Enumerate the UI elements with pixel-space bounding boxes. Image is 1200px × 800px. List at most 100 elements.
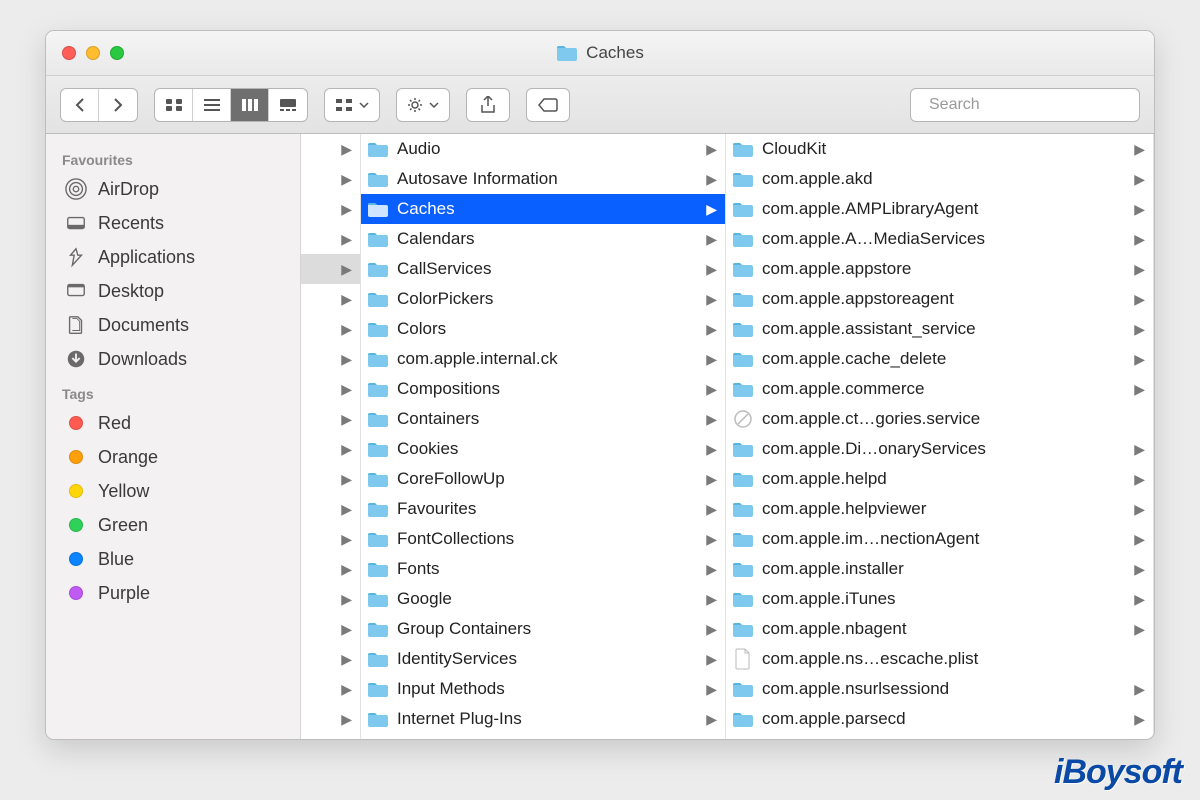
folder-row[interactable]: Input Methods▶ — [361, 674, 725, 704]
folder-row[interactable]: Caches▶ — [361, 194, 725, 224]
column-2[interactable]: CloudKit▶com.apple.akd▶com.apple.AMPLibr… — [726, 134, 1154, 739]
folder-icon — [732, 290, 754, 308]
tags-button[interactable] — [526, 88, 570, 122]
column-0-row[interactable]: ▶ — [301, 554, 360, 584]
column-0-row[interactable]: ▶ — [301, 644, 360, 674]
folder-row[interactable]: Autosave Information▶ — [361, 164, 725, 194]
column-0-row[interactable]: ▶ — [301, 224, 360, 254]
search-input[interactable] — [929, 96, 1136, 114]
folder-row[interactable]: Containers▶ — [361, 404, 725, 434]
column-0-row[interactable]: ▶ — [301, 254, 360, 284]
column-0-row[interactable]: ▶ — [301, 194, 360, 224]
column-0-row[interactable]: ▶ — [301, 344, 360, 374]
folder-row[interactable]: Calendars▶ — [361, 224, 725, 254]
sidebar-item-red[interactable]: Red — [56, 406, 290, 440]
view-column-button[interactable] — [231, 89, 269, 121]
folder-row[interactable]: com.apple.ct…gories.service — [726, 404, 1153, 434]
folder-row[interactable]: IdentityServices▶ — [361, 644, 725, 674]
folder-row[interactable]: ColorPickers▶ — [361, 284, 725, 314]
sidebar-item-purple[interactable]: Purple — [56, 576, 290, 610]
search-field[interactable] — [910, 88, 1140, 122]
view-list-button[interactable] — [193, 89, 231, 121]
folder-row[interactable]: com.apple.parsecd▶ — [726, 704, 1153, 734]
sidebar-item-airdrop[interactable]: AirDrop — [56, 172, 290, 206]
folder-row[interactable]: Compositions▶ — [361, 374, 725, 404]
finder-window: Caches — [45, 30, 1155, 740]
folder-row[interactable]: Audio▶ — [361, 134, 725, 164]
disclosure-arrow-icon: ▶ — [706, 501, 717, 518]
sidebar-item-downloads[interactable]: Downloads — [56, 342, 290, 376]
item-name: com.apple.nsurlsessiond — [762, 679, 949, 699]
close-window-button[interactable] — [62, 46, 76, 60]
column-0-row[interactable]: ▶ — [301, 614, 360, 644]
folder-row[interactable]: com.apple.installer▶ — [726, 554, 1153, 584]
column-0-row[interactable]: ▶ — [301, 284, 360, 314]
folder-row[interactable]: com.apple.nsurlsessiond▶ — [726, 674, 1153, 704]
sidebar-item-green[interactable]: Green — [56, 508, 290, 542]
sidebar-item-documents[interactable]: Documents — [56, 308, 290, 342]
folder-row[interactable]: CoreFollowUp▶ — [361, 464, 725, 494]
column-0-row[interactable]: ▶ — [301, 494, 360, 524]
back-button[interactable] — [61, 89, 99, 121]
folder-row[interactable]: com.apple.assistant_service▶ — [726, 314, 1153, 344]
column-0-row[interactable]: ▶ — [301, 404, 360, 434]
share-button[interactable] — [466, 88, 510, 122]
folder-row[interactable]: com.apple.internal.ck▶ — [361, 344, 725, 374]
sidebar-item-desktop[interactable]: Desktop — [56, 274, 290, 308]
folder-row[interactable]: com.apple.AMPLibraryAgent▶ — [726, 194, 1153, 224]
folder-row[interactable]: FontCollections▶ — [361, 524, 725, 554]
view-icon-button[interactable] — [155, 89, 193, 121]
folder-row[interactable]: CallServices▶ — [361, 254, 725, 284]
sidebar-item-recents[interactable]: Recents — [56, 206, 290, 240]
action-button[interactable] — [396, 88, 450, 122]
column-0-row[interactable]: ▶ — [301, 704, 360, 734]
folder-name: Autosave Information — [397, 169, 558, 189]
column-0-row[interactable]: ▶ — [301, 164, 360, 194]
disclosure-arrow-icon: ▶ — [706, 231, 717, 248]
folder-row[interactable]: com.apple.appstoreagent▶ — [726, 284, 1153, 314]
disclosure-arrow-icon: ▶ — [706, 651, 717, 668]
folder-row[interactable]: CloudKit▶ — [726, 134, 1153, 164]
folder-row[interactable]: Favourites▶ — [361, 494, 725, 524]
sidebar-item-applications[interactable]: Applications — [56, 240, 290, 274]
sidebar-item-blue[interactable]: Blue — [56, 542, 290, 576]
zoom-window-button[interactable] — [110, 46, 124, 60]
column-0-row[interactable]: ▶ — [301, 374, 360, 404]
sidebar-item-orange[interactable]: Orange — [56, 440, 290, 474]
view-gallery-button[interactable] — [269, 89, 307, 121]
minimize-window-button[interactable] — [86, 46, 100, 60]
file-row[interactable]: com.apple.ns…escache.plist — [726, 644, 1153, 674]
folder-row[interactable]: Internet Plug-Ins▶ — [361, 704, 725, 734]
folder-row[interactable]: com.apple.helpd▶ — [726, 464, 1153, 494]
folder-row[interactable]: com.apple.helpviewer▶ — [726, 494, 1153, 524]
folder-row[interactable]: Colors▶ — [361, 314, 725, 344]
column-0[interactable]: ▶▶▶▶▶▶▶▶▶▶▶▶▶▶▶▶▶▶▶▶ — [301, 134, 361, 739]
folder-row[interactable]: com.apple.im…nectionAgent▶ — [726, 524, 1153, 554]
column-0-row[interactable]: ▶ — [301, 524, 360, 554]
folder-row[interactable]: com.apple.akd▶ — [726, 164, 1153, 194]
folder-row[interactable]: com.apple.iTunes▶ — [726, 584, 1153, 614]
sidebar-section-header: Tags — [62, 386, 284, 402]
folder-row[interactable]: Fonts▶ — [361, 554, 725, 584]
folder-row[interactable]: com.apple.cache_delete▶ — [726, 344, 1153, 374]
column-0-row[interactable]: ▶ — [301, 314, 360, 344]
forward-button[interactable] — [99, 89, 137, 121]
folder-row[interactable]: Cookies▶ — [361, 434, 725, 464]
folder-row[interactable]: Group Containers▶ — [361, 614, 725, 644]
folder-row[interactable]: com.apple.Di…onaryServices▶ — [726, 434, 1153, 464]
column-0-row[interactable]: ▶ — [301, 584, 360, 614]
folder-name: CallServices — [397, 259, 491, 279]
folder-row[interactable]: com.apple.appstore▶ — [726, 254, 1153, 284]
folder-row[interactable]: com.apple.commerce▶ — [726, 374, 1153, 404]
sidebar-item-label: Orange — [98, 447, 158, 468]
column-0-row[interactable]: ▶ — [301, 674, 360, 704]
column-1[interactable]: Audio▶Autosave Information▶Caches▶Calend… — [361, 134, 726, 739]
folder-row[interactable]: com.apple.A…MediaServices▶ — [726, 224, 1153, 254]
folder-row[interactable]: com.apple.nbagent▶ — [726, 614, 1153, 644]
column-0-row[interactable]: ▶ — [301, 464, 360, 494]
column-0-row[interactable]: ▶ — [301, 434, 360, 464]
folder-row[interactable]: Google▶ — [361, 584, 725, 614]
group-by-button[interactable] — [324, 88, 380, 122]
sidebar-item-yellow[interactable]: Yellow — [56, 474, 290, 508]
column-0-row[interactable]: ▶ — [301, 134, 360, 164]
